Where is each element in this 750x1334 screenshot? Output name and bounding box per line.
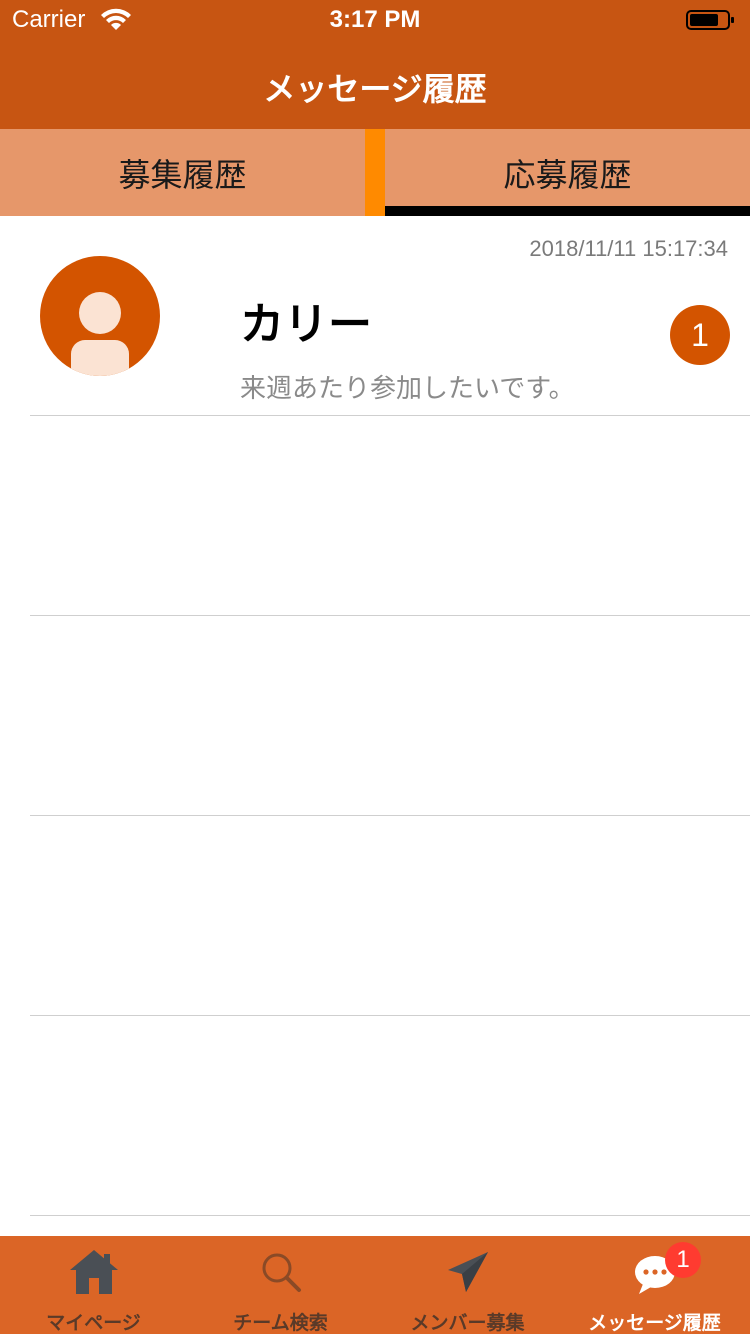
status-bar: Carrier 3:17 PM — [0, 0, 750, 40]
search-icon — [262, 1253, 301, 1292]
message-preview: 来週あたり参加したいです。 — [240, 374, 575, 404]
tab-recruit-history[interactable]: 募集履歴 — [0, 129, 365, 216]
message-list[interactable]: 2018/11/11 15:17:34 カリー 来週あたり参加したいです。 1 — [0, 216, 750, 1236]
segmented-tabs: 募集履歴 応募履歴 — [0, 129, 750, 216]
home-icon — [69, 1250, 118, 1294]
battery-icon — [686, 10, 734, 30]
tabbar-label: メンバー募集 — [410, 1312, 525, 1334]
row-divider — [30, 1215, 750, 1216]
paper-plane-icon — [447, 1252, 488, 1292]
empty-row — [0, 616, 750, 816]
empty-row — [0, 816, 750, 1016]
page-title: メッセージ履歴 — [263, 70, 487, 108]
navigation-bar: Carrier 3:17 PM メッセージ履歴 — [0, 0, 750, 129]
empty-row — [0, 1016, 750, 1216]
avatar-body — [71, 340, 129, 376]
tab-application-history[interactable]: 応募履歴 — [385, 129, 750, 216]
message-row[interactable]: 2018/11/11 15:17:34 カリー 来週あたり参加したいです。 1 — [0, 216, 750, 416]
user-avatar-icon — [40, 256, 160, 376]
tabbar-item-mypage[interactable]: マイページ — [0, 1236, 187, 1334]
tabbar-notification-badge: 1 — [665, 1242, 701, 1278]
tabbar-item-team-search[interactable]: チーム検索 — [187, 1236, 374, 1334]
tabbar-label: マイページ — [46, 1312, 141, 1334]
tab-divider — [365, 129, 385, 216]
empty-row — [0, 416, 750, 616]
tabbar-label: チーム検索 — [233, 1312, 328, 1334]
message-timestamp: 2018/11/11 15:17:34 — [529, 236, 728, 261]
clock: 3:17 PM — [329, 6, 421, 33]
unread-count-badge: 1 — [670, 305, 730, 365]
avatar-head — [79, 292, 121, 334]
sender-name: カリー — [240, 299, 372, 350]
selected-tab-indicator — [385, 206, 750, 216]
bottom-tab-bar: マイページ チーム検索 メンバー募集 メッセージ履歴 1 — [0, 1236, 750, 1334]
tabbar-label: メッセージ履歴 — [588, 1312, 721, 1334]
tabbar-item-member-recruit[interactable]: メンバー募集 — [374, 1236, 561, 1334]
tabbar-item-message-history[interactable]: メッセージ履歴 — [561, 1236, 748, 1334]
